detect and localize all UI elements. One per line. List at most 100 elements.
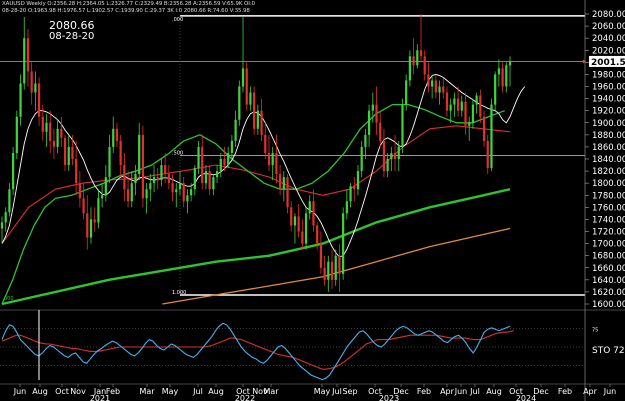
candle-body [37, 83, 41, 117]
price-tick-label: 2060.00 [592, 22, 625, 32]
ma-mid-green-line [1, 103, 505, 305]
candle-body [149, 183, 152, 190]
candle-body [145, 189, 148, 199]
candle-body [412, 56, 415, 66]
candle-body [375, 104, 378, 123]
candle-body [486, 140, 489, 169]
time-tick-label: Sep [342, 387, 357, 396]
candle-body [208, 171, 211, 190]
price-tick-label: 1940.00 [592, 95, 625, 105]
price-tick-label: 1660.00 [592, 264, 625, 274]
time-tick-label: May [162, 387, 179, 396]
fib-retracement: .000.5001.000000 [0, 15, 585, 302]
price-chart[interactable]: .000.5001.000000 1600.001620.001640.0016… [0, 0, 625, 401]
candle-body [264, 134, 267, 153]
time-tick-label: May [314, 387, 331, 396]
candle-body [67, 146, 70, 166]
candle-body [15, 116, 18, 153]
candle-body [0, 222, 4, 229]
candle-body [345, 201, 348, 214]
candle-body [360, 146, 363, 172]
candle-body [134, 174, 137, 184]
candle-body [112, 128, 115, 147]
candle-body [505, 65, 508, 87]
time-tick-label: Jun [603, 387, 617, 396]
ma-long-green-line [1, 188, 511, 306]
stoch-level-label: 75 [592, 328, 598, 334]
candle-body [401, 104, 404, 147]
candle-body [312, 201, 315, 226]
time-tick-label: Apr [583, 387, 598, 396]
candle-body [78, 183, 81, 199]
candle-body [371, 104, 374, 111]
candle-body [238, 86, 241, 120]
year-label: 2021 [90, 394, 110, 401]
ma-slow-red-line [1, 125, 511, 244]
fib-label: .500 [172, 150, 183, 156]
candle-body [164, 165, 167, 175]
candle-body [93, 219, 96, 223]
time-axis[interactable]: Jun Aug Oct Nov Jan Feb Mar May Jul Aug Oct NovMar M… [0, 383, 625, 401]
time-tick-label: Aug [486, 387, 502, 396]
candle-body [390, 152, 393, 159]
time-tick-label: Jul [331, 387, 342, 396]
candle-body [290, 207, 293, 226]
time-tick-label: Apr [440, 387, 455, 396]
candle-body [126, 189, 130, 202]
candle-body [141, 134, 145, 199]
candle-body [138, 134, 141, 175]
candle-body [52, 140, 56, 147]
candle-body [19, 83, 22, 117]
candle-body [349, 186, 352, 202]
price-tick-label: 1740.00 [592, 215, 625, 225]
candle-body [212, 177, 215, 190]
candle-body [438, 86, 441, 93]
candle-body [152, 177, 156, 184]
candle-body [423, 56, 426, 75]
candle-body [327, 261, 330, 280]
candle-body [230, 140, 234, 153]
candle-body [434, 80, 437, 93]
stoch-k-line [1, 322, 511, 381]
candle-body [316, 225, 319, 244]
candle-body [431, 80, 434, 87]
candle-body [75, 159, 78, 184]
candle-body [275, 152, 278, 175]
candle-body [393, 152, 397, 159]
candle-body [308, 201, 311, 214]
candle-body [301, 231, 304, 244]
candle-body [271, 152, 274, 166]
time-tick-label: Jul [192, 387, 203, 396]
candle-body [45, 122, 48, 132]
time-tick-label: Jun [454, 387, 468, 396]
price-tick-label: 2080.00 [592, 10, 625, 20]
price-tick-label: 1640.00 [592, 276, 625, 286]
candle-body [215, 171, 219, 178]
candle-body [104, 177, 107, 196]
candle-body [178, 183, 182, 190]
candle-body [253, 92, 256, 129]
candle-body [419, 50, 423, 57]
price-tick-label: 1860.00 [592, 143, 625, 153]
candle-body [445, 92, 449, 111]
candle-body [249, 92, 252, 105]
stoch-d-line [1, 330, 514, 370]
stoch-label: STO 72 [592, 346, 625, 356]
time-tick-label: Feb [417, 387, 431, 396]
year-label: 2022 [235, 394, 255, 401]
price-tick-label: 1780.00 [592, 191, 625, 201]
candle-body [227, 152, 230, 166]
candle-body [219, 159, 222, 172]
candle-body [379, 122, 382, 141]
candle-body [186, 195, 189, 202]
candle-body [490, 104, 493, 169]
candle-body [201, 146, 204, 184]
candle-body [23, 38, 26, 84]
price-axis[interactable]: 1600.00 1620.00 1640.00 1660.00 1680.00 1700.… [583, 0, 625, 401]
time-tick-label: Aug [32, 387, 48, 396]
candle-body [319, 243, 323, 268]
candle-body [130, 183, 133, 202]
candle-body [82, 198, 85, 214]
candle-body [182, 183, 185, 202]
candle-body [338, 255, 341, 274]
